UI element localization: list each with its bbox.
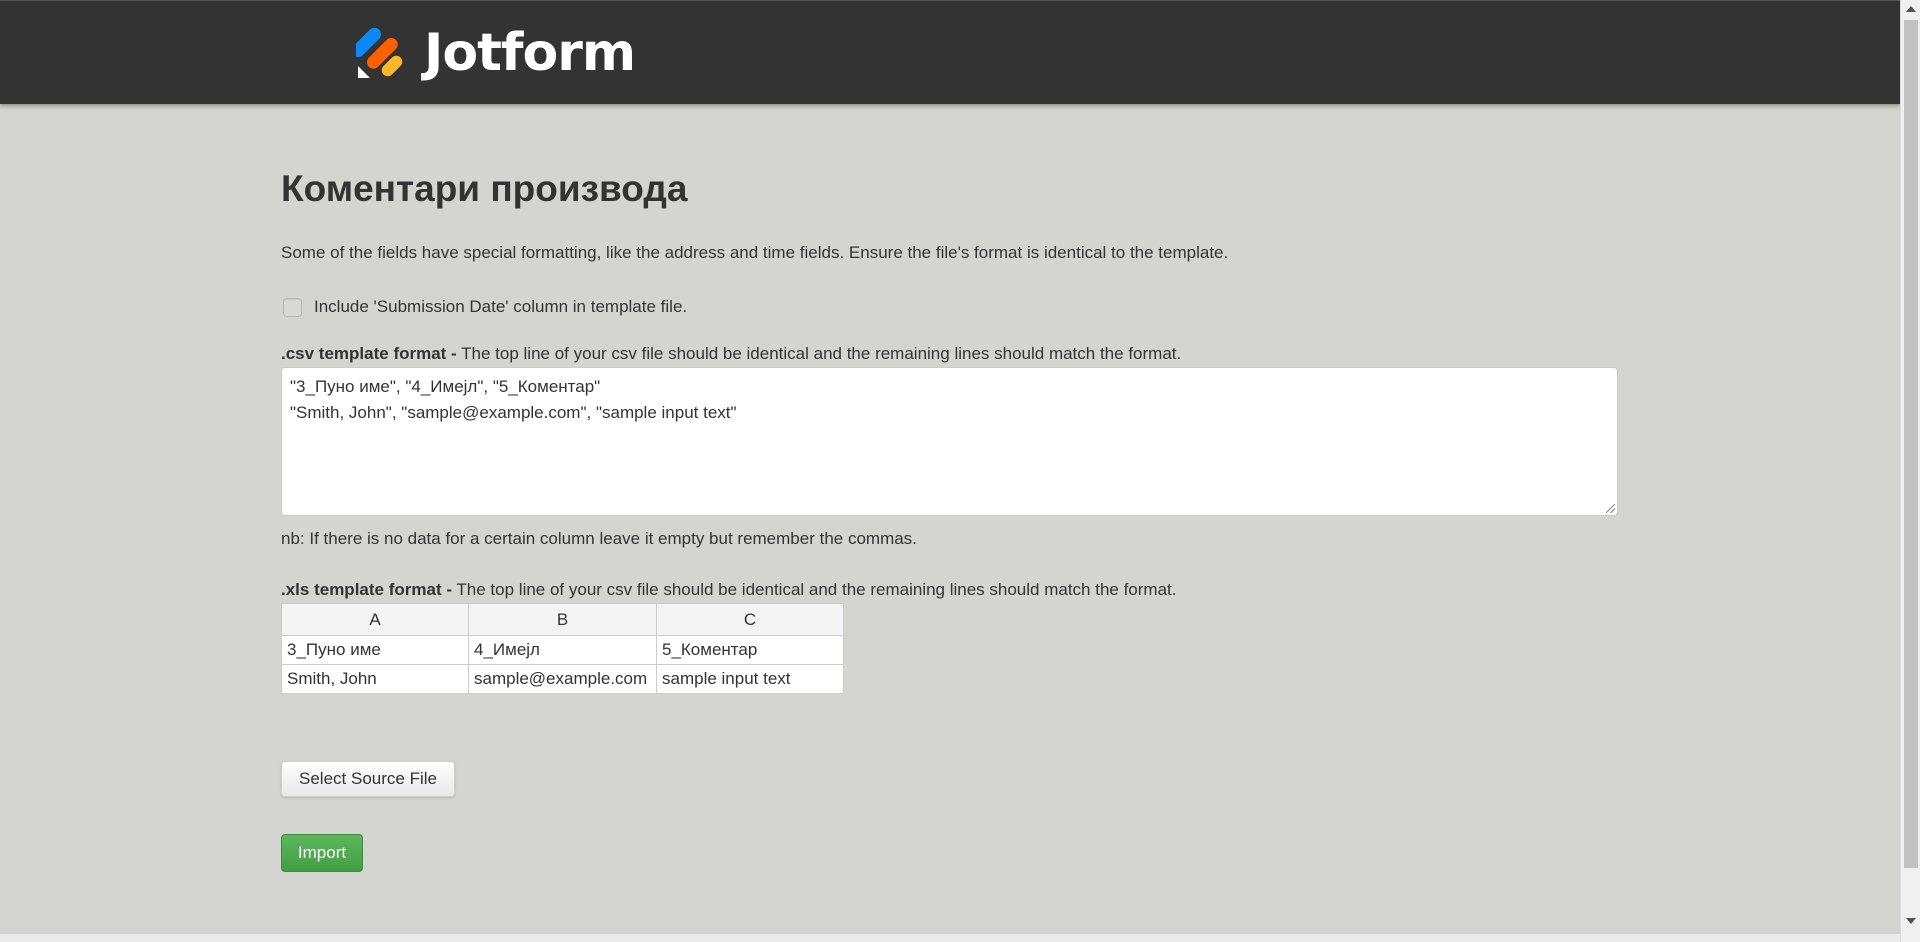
column-header: A	[281, 603, 469, 636]
page-title: Коментари производа	[281, 168, 688, 209]
csv-template-textarea[interactable]: "3_Пуно име", "4_Имејл", "5_Коментар" "S…	[281, 367, 1618, 516]
vertical-scrollbar[interactable]	[1900, 0, 1920, 942]
table-row: 3_Пуно име 4_Имејл 5_Коментар	[281, 635, 844, 665]
table-header-row: A B C	[281, 603, 844, 636]
scroll-up-arrow-icon[interactable]	[1906, 6, 1916, 12]
xls-template-table: A B C 3_Пуно име 4_Имејл 5_Коментар Smit…	[281, 603, 844, 694]
table-row: Smith, John sample@example.com sample in…	[281, 664, 844, 694]
table-cell: 5_Коментар	[656, 635, 844, 665]
top-header: Jotform	[0, 0, 1900, 104]
submission-date-label: Include 'Submission Date' column in temp…	[314, 297, 688, 316]
nb-note: nb: If there is no data for a certain co…	[281, 529, 917, 548]
jotform-logo[interactable]: Jotform	[351, 23, 636, 83]
xls-format-label: .xls template format - The top line of y…	[281, 580, 1176, 600]
brand-name: Jotform	[424, 23, 636, 83]
csv-format-label: .csv template format - The top line of y…	[281, 344, 1181, 364]
scrollbar-thumb[interactable]	[1904, 20, 1918, 868]
horizontal-scrollbar[interactable]	[0, 934, 1900, 942]
jotform-logo-icon	[351, 26, 406, 80]
table-cell: Smith, John	[281, 664, 469, 694]
csv-format-hint: The top line of your csv file should be …	[456, 344, 1182, 363]
import-button[interactable]: Import	[281, 834, 363, 872]
table-cell: sample@example.com	[468, 664, 657, 694]
column-header: C	[656, 603, 844, 636]
xls-format-hint: The top line of your csv file should be …	[452, 580, 1177, 599]
csv-format-title: .csv template format -	[281, 344, 457, 363]
xls-format-title: .xls template format -	[281, 580, 452, 599]
table-cell: sample input text	[656, 664, 844, 694]
column-header: B	[468, 603, 657, 636]
submission-date-option[interactable]: Include 'Submission Date' column in temp…	[283, 297, 687, 317]
table-cell: 3_Пуно име	[281, 635, 469, 665]
select-source-file-button[interactable]: Select Source File	[281, 761, 455, 797]
scroll-down-arrow-icon[interactable]	[1906, 918, 1916, 924]
description-text: Some of the fields have special formatti…	[281, 243, 1229, 262]
submission-date-checkbox[interactable]	[283, 297, 302, 317]
table-cell: 4_Имејл	[468, 635, 657, 665]
